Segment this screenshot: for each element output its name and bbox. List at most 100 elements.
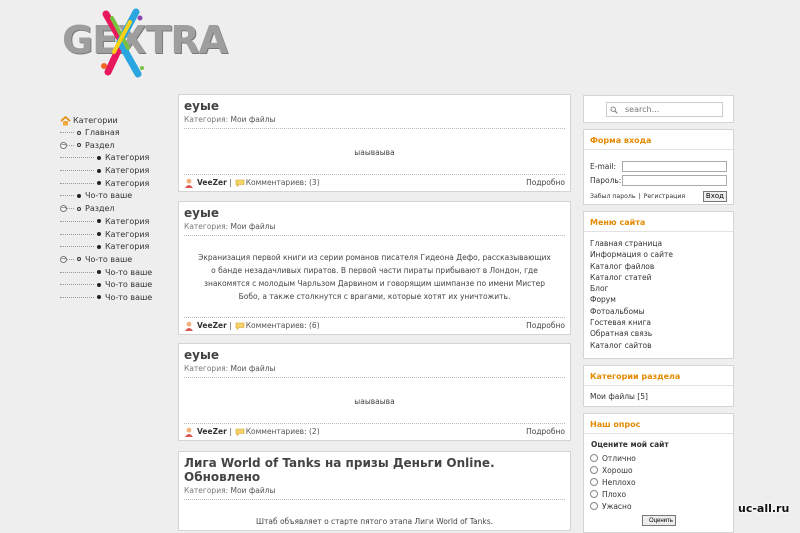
links-divider: |	[638, 193, 641, 200]
tree-item[interactable]: Категория	[60, 178, 175, 191]
menu-item[interactable]: Фотоальбомы	[590, 306, 727, 317]
paint-splash-x-icon	[101, 8, 144, 78]
tree-item-label[interactable]: Чо-то ваше	[85, 191, 132, 200]
menu-item-label[interactable]: Гостевая книга	[590, 318, 651, 327]
tree-item[interactable]: Категория	[60, 229, 175, 242]
tree-item[interactable]: − Раздел	[60, 140, 175, 153]
read-more-link[interactable]: Подробно	[526, 427, 565, 436]
menu-item-label[interactable]: Форум	[590, 295, 616, 304]
radio-button[interactable]	[590, 490, 598, 498]
login-title: Форма входа	[584, 130, 733, 150]
menu-item-label[interactable]: Каталог файлов	[590, 262, 654, 271]
menu-item[interactable]: Гостевая книга	[590, 317, 727, 328]
search-input[interactable]	[625, 104, 717, 115]
tree-item[interactable]: Главная	[60, 127, 175, 140]
tree-item-label[interactable]: Чо-то ваше	[105, 280, 152, 289]
tree-item-label[interactable]: Категория	[105, 217, 149, 226]
radio-button[interactable]	[590, 454, 598, 462]
post-comments-link[interactable]: Комментариев: (6)	[246, 321, 320, 330]
menu-item-label[interactable]: Каталог статей	[590, 273, 652, 282]
tree-root[interactable]: Категории	[60, 114, 175, 127]
post-comments-link[interactable]: Комментариев: (2)	[246, 427, 320, 436]
menu-item-label[interactable]: Фотоальбомы	[590, 307, 645, 316]
login-button[interactable]: Вход	[702, 191, 727, 202]
password-field[interactable]	[621, 174, 727, 186]
tree-item[interactable]: Чо-то ваше	[60, 190, 175, 203]
menu-item-label[interactable]: Информация о сайте	[590, 250, 673, 259]
radio-button[interactable]	[590, 478, 598, 486]
post-author[interactable]: VeeZer	[197, 321, 227, 330]
poll-option[interactable]: Ужасно	[590, 500, 727, 512]
tree-item[interactable]: Чо-то ваше	[60, 279, 175, 292]
forgot-password-link[interactable]: Забыл пароль	[590, 193, 636, 200]
menu-item[interactable]: Информация о сайте	[590, 249, 727, 260]
tree-item-label[interactable]: Чо-то ваше	[105, 268, 152, 277]
search-icon[interactable]	[610, 106, 618, 114]
poll-option[interactable]: Плохо	[590, 488, 727, 500]
post-title[interactable]: Лига World of Tanks на призы Деньги Onli…	[184, 456, 570, 484]
post-title[interactable]: еуые	[184, 348, 570, 362]
bullet-icon	[77, 143, 81, 148]
register-link[interactable]: Регистрация	[644, 193, 686, 200]
search-field[interactable]	[606, 102, 723, 117]
post-category-link[interactable]: Мои файлы	[231, 364, 276, 373]
collapse-toggle-icon[interactable]: −	[60, 141, 67, 149]
menu-item-label[interactable]: Обратная связь	[590, 329, 652, 338]
tree-item[interactable]: Категория	[60, 241, 175, 254]
login-links: Забыл пароль | Регистрация Вход	[590, 191, 727, 202]
tree-item-label[interactable]: Раздел	[85, 141, 115, 150]
menu-item[interactable]: Каталог статей	[590, 272, 727, 283]
menu-item[interactable]: Главная страница	[590, 238, 727, 249]
tree-item-label[interactable]: Раздел	[85, 204, 115, 213]
post-body: ыаываыва	[354, 148, 395, 157]
collapse-toggle-icon[interactable]: −	[60, 205, 67, 213]
menu-item[interactable]: Каталог файлов	[590, 261, 727, 272]
radio-button[interactable]	[590, 502, 598, 510]
post-category-link[interactable]: Мои файлы	[231, 222, 276, 231]
post-category-link[interactable]: Мои файлы	[231, 486, 276, 495]
tree-item[interactable]: − Чо-то ваше	[60, 254, 175, 267]
menu-item-label[interactable]: Главная страница	[590, 239, 662, 248]
poll-option-label: Хорошо	[602, 465, 633, 475]
tree-item-label[interactable]: Категория	[105, 179, 149, 188]
tree-item-label[interactable]: Категория	[105, 230, 149, 239]
tree-item-label[interactable]: Чо-то ваше	[85, 255, 132, 264]
vote-button[interactable]: Оценить	[642, 515, 676, 526]
email-field[interactable]	[621, 160, 727, 172]
menu-item-label[interactable]: Каталог сайтов	[590, 341, 652, 350]
bullet-icon	[97, 244, 101, 249]
menu-item[interactable]: Каталог сайтов	[590, 340, 727, 351]
tree-item[interactable]: Категория	[60, 165, 175, 178]
radio-button[interactable]	[590, 466, 598, 474]
post-author[interactable]: VeeZer	[197, 178, 227, 187]
menu-item-label[interactable]: Блог	[590, 284, 608, 293]
site-logo[interactable]: GEXTRA	[62, 8, 228, 78]
poll-option[interactable]: Хорошо	[590, 464, 727, 476]
read-more-link[interactable]: Подробно	[526, 321, 565, 330]
tree-item[interactable]: − Раздел	[60, 203, 175, 216]
tree-item[interactable]: Чо-то ваше	[60, 292, 175, 305]
tree-item-label[interactable]: Категория	[105, 166, 149, 175]
post-category-link[interactable]: Мои файлы	[231, 115, 276, 124]
post-title[interactable]: еуые	[184, 206, 570, 220]
read-more-link[interactable]: Подробно	[526, 178, 565, 187]
tree-item-label[interactable]: Категория	[105, 242, 149, 251]
poll-option[interactable]: Неплохо	[590, 476, 727, 488]
tree-item-label[interactable]: Главная	[85, 128, 120, 137]
menu-item[interactable]: Форум	[590, 294, 727, 305]
post-comments-link[interactable]: Комментариев: (3)	[246, 178, 320, 187]
tree-item-label[interactable]: Чо-то ваше	[105, 293, 152, 302]
post-author[interactable]: VeeZer	[197, 427, 227, 436]
tree-item[interactable]: Категория	[60, 152, 175, 165]
category-link[interactable]: Мои файлы [5]	[590, 392, 648, 401]
tree-item-label[interactable]: Категория	[105, 153, 149, 162]
poll-option[interactable]: Отлично	[590, 452, 727, 464]
tree-item[interactable]: Категория	[60, 216, 175, 229]
tree-item[interactable]: Чо-то ваше	[60, 267, 175, 280]
post-title[interactable]: еуые	[184, 99, 570, 113]
collapse-toggle-icon[interactable]: −	[60, 255, 67, 263]
menu-item[interactable]: Обратная связь	[590, 328, 727, 339]
menu-item[interactable]: Блог	[590, 283, 727, 294]
bullet-icon	[97, 168, 101, 173]
bullet-icon	[77, 257, 81, 262]
